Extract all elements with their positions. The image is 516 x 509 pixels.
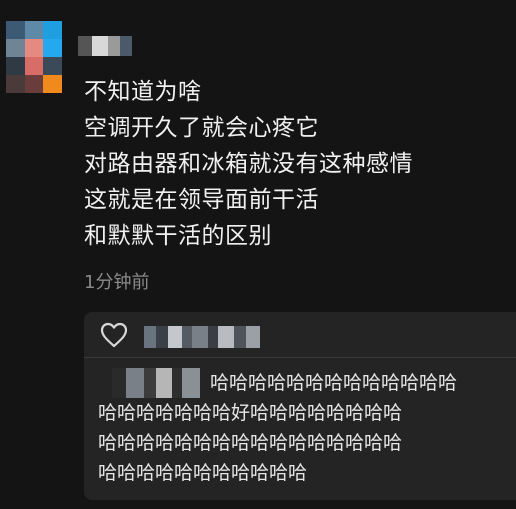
reply-divider xyxy=(84,357,516,358)
comment-body: 不知道为啥 空调开久了就会心疼它 对路由器和冰箱就没有这种感情 这就是在领导面前… xyxy=(84,74,504,254)
username-blurred[interactable] xyxy=(78,36,132,56)
avatar[interactable] xyxy=(6,21,62,93)
comment-line: 空调开久了就会心疼它 xyxy=(84,115,319,141)
heart-outline-icon[interactable] xyxy=(100,322,128,348)
reply-body: 哈哈哈哈哈哈哈哈哈哈哈哈哈 哈哈哈哈哈哈哈好哈哈哈哈哈哈哈哈 哈哈哈哈哈哈哈哈哈… xyxy=(98,368,516,488)
comment-line: 不知道为啥 xyxy=(84,79,202,105)
comment-line: 对路由器和冰箱就没有这种感情 xyxy=(84,151,413,177)
reply-line: 哈哈哈哈哈哈哈哈哈哈哈哈哈哈哈哈 xyxy=(98,432,403,454)
comment-timestamp: 1分钟前 xyxy=(84,272,150,293)
reply-line: 哈哈哈哈哈哈哈哈哈哈哈 xyxy=(98,462,308,484)
liker-avatars-blurred[interactable] xyxy=(144,326,260,348)
reply-line: 哈哈哈哈哈哈哈哈哈哈哈哈哈 xyxy=(210,372,458,394)
reply-line: 哈哈哈哈哈哈哈好哈哈哈哈哈哈哈哈 xyxy=(98,402,403,424)
comment-line: 这就是在领导面前干活 xyxy=(84,187,319,213)
comment-line: 和默默干活的区别 xyxy=(84,223,272,249)
